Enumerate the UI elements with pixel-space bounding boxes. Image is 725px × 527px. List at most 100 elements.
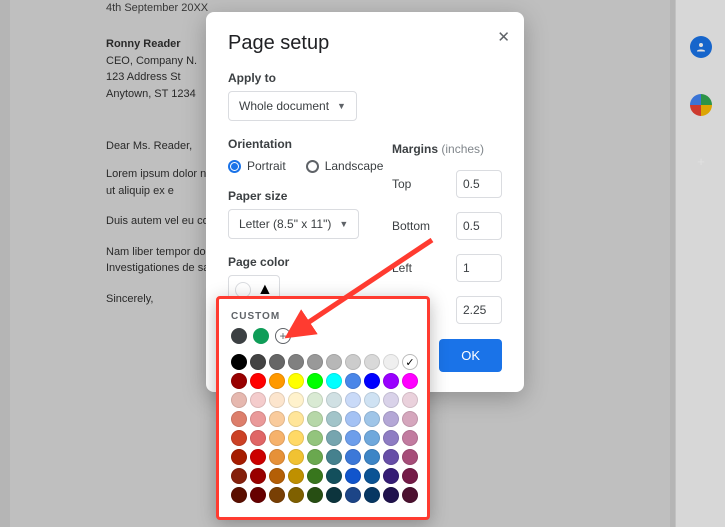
- color-swatch[interactable]: [288, 449, 304, 465]
- color-swatch[interactable]: [231, 392, 247, 408]
- margin-bottom-field[interactable]: [456, 212, 502, 240]
- color-swatch[interactable]: [383, 449, 399, 465]
- color-swatch[interactable]: [402, 373, 418, 389]
- color-swatch[interactable]: [326, 468, 342, 484]
- color-swatch[interactable]: [364, 392, 380, 408]
- color-swatch[interactable]: [269, 411, 285, 427]
- color-swatch[interactable]: [231, 468, 247, 484]
- color-swatch[interactable]: [307, 449, 323, 465]
- color-swatch[interactable]: [288, 373, 304, 389]
- color-swatch[interactable]: [250, 468, 266, 484]
- color-swatch[interactable]: [288, 468, 304, 484]
- color-swatch[interactable]: [402, 468, 418, 484]
- caret-down-icon: ▼: [339, 219, 348, 229]
- color-swatch[interactable]: [231, 373, 247, 389]
- color-swatch[interactable]: [231, 354, 247, 370]
- color-swatch[interactable]: [288, 354, 304, 370]
- color-swatch[interactable]: [402, 430, 418, 446]
- color-swatch[interactable]: [383, 430, 399, 446]
- color-swatch[interactable]: [269, 449, 285, 465]
- color-swatch[interactable]: [383, 392, 399, 408]
- color-swatch[interactable]: [326, 430, 342, 446]
- add-custom-color-button[interactable]: +: [275, 328, 291, 344]
- color-swatch[interactable]: [345, 468, 361, 484]
- color-swatch[interactable]: [326, 392, 342, 408]
- custom-color-row: +: [231, 328, 415, 344]
- apply-to-value: Whole document: [239, 99, 329, 113]
- margin-left-field[interactable]: [456, 254, 502, 282]
- color-swatch[interactable]: [326, 373, 342, 389]
- color-swatch[interactable]: [231, 411, 247, 427]
- color-swatch[interactable]: [288, 411, 304, 427]
- color-swatch[interactable]: [326, 354, 342, 370]
- color-swatch[interactable]: [269, 392, 285, 408]
- color-swatch[interactable]: [364, 449, 380, 465]
- color-swatch[interactable]: [250, 392, 266, 408]
- color-swatch[interactable]: [326, 449, 342, 465]
- color-swatch[interactable]: [269, 430, 285, 446]
- color-swatch[interactable]: [402, 354, 418, 370]
- color-swatch[interactable]: [269, 487, 285, 503]
- color-swatch[interactable]: [307, 487, 323, 503]
- color-swatch[interactable]: [269, 373, 285, 389]
- color-swatch[interactable]: [269, 468, 285, 484]
- color-swatch[interactable]: [345, 487, 361, 503]
- color-swatch[interactable]: [288, 430, 304, 446]
- color-swatch[interactable]: [383, 487, 399, 503]
- close-icon[interactable]: ✕: [497, 28, 510, 46]
- color-swatch[interactable]: [307, 373, 323, 389]
- color-swatch[interactable]: [402, 392, 418, 408]
- color-swatch[interactable]: [307, 411, 323, 427]
- color-swatch[interactable]: [402, 487, 418, 503]
- color-swatch[interactable]: [288, 392, 304, 408]
- color-swatch[interactable]: [383, 373, 399, 389]
- color-swatch[interactable]: [288, 487, 304, 503]
- orientation-landscape-radio[interactable]: Landscape: [306, 159, 384, 173]
- orientation-portrait-radio[interactable]: Portrait: [228, 159, 286, 173]
- color-swatch[interactable]: [345, 430, 361, 446]
- color-swatch[interactable]: [231, 487, 247, 503]
- margin-right-field[interactable]: [456, 296, 502, 324]
- color-swatch[interactable]: [345, 392, 361, 408]
- color-swatch[interactable]: [231, 449, 247, 465]
- margin-top-field[interactable]: [456, 170, 502, 198]
- margin-bottom-label: Bottom: [392, 219, 430, 233]
- custom-color-swatch[interactable]: [253, 328, 269, 344]
- color-swatch[interactable]: [383, 411, 399, 427]
- color-swatch[interactable]: [326, 411, 342, 427]
- color-swatch[interactable]: [250, 411, 266, 427]
- color-swatch[interactable]: [269, 354, 285, 370]
- color-swatch[interactable]: [364, 468, 380, 484]
- paper-size-dropdown[interactable]: Letter (8.5" x 11") ▼: [228, 209, 359, 239]
- color-swatch[interactable]: [364, 354, 380, 370]
- color-swatch[interactable]: [307, 354, 323, 370]
- color-swatch[interactable]: [402, 411, 418, 427]
- margin-left-label: Left: [392, 261, 412, 275]
- ok-button[interactable]: OK: [439, 339, 502, 372]
- color-swatch[interactable]: [345, 411, 361, 427]
- color-swatch[interactable]: [307, 430, 323, 446]
- portrait-label: Portrait: [247, 159, 286, 173]
- color-swatch[interactable]: [402, 449, 418, 465]
- color-swatch[interactable]: [345, 373, 361, 389]
- color-swatch[interactable]: [231, 430, 247, 446]
- color-swatch[interactable]: [250, 354, 266, 370]
- radio-dot-icon: [228, 160, 241, 173]
- color-swatch[interactable]: [326, 487, 342, 503]
- color-swatch[interactable]: [250, 487, 266, 503]
- color-swatch[interactable]: [364, 430, 380, 446]
- color-swatch[interactable]: [307, 392, 323, 408]
- color-swatch[interactable]: [383, 468, 399, 484]
- custom-color-swatch[interactable]: [231, 328, 247, 344]
- color-swatch[interactable]: [364, 373, 380, 389]
- apply-to-dropdown[interactable]: Whole document ▼: [228, 91, 357, 121]
- color-swatch[interactable]: [383, 354, 399, 370]
- color-swatch[interactable]: [250, 449, 266, 465]
- color-swatch[interactable]: [364, 487, 380, 503]
- color-swatch[interactable]: [250, 373, 266, 389]
- color-swatch[interactable]: [307, 468, 323, 484]
- color-swatch[interactable]: [364, 411, 380, 427]
- color-swatch[interactable]: [345, 354, 361, 370]
- color-swatch[interactable]: [250, 430, 266, 446]
- color-swatch[interactable]: [345, 449, 361, 465]
